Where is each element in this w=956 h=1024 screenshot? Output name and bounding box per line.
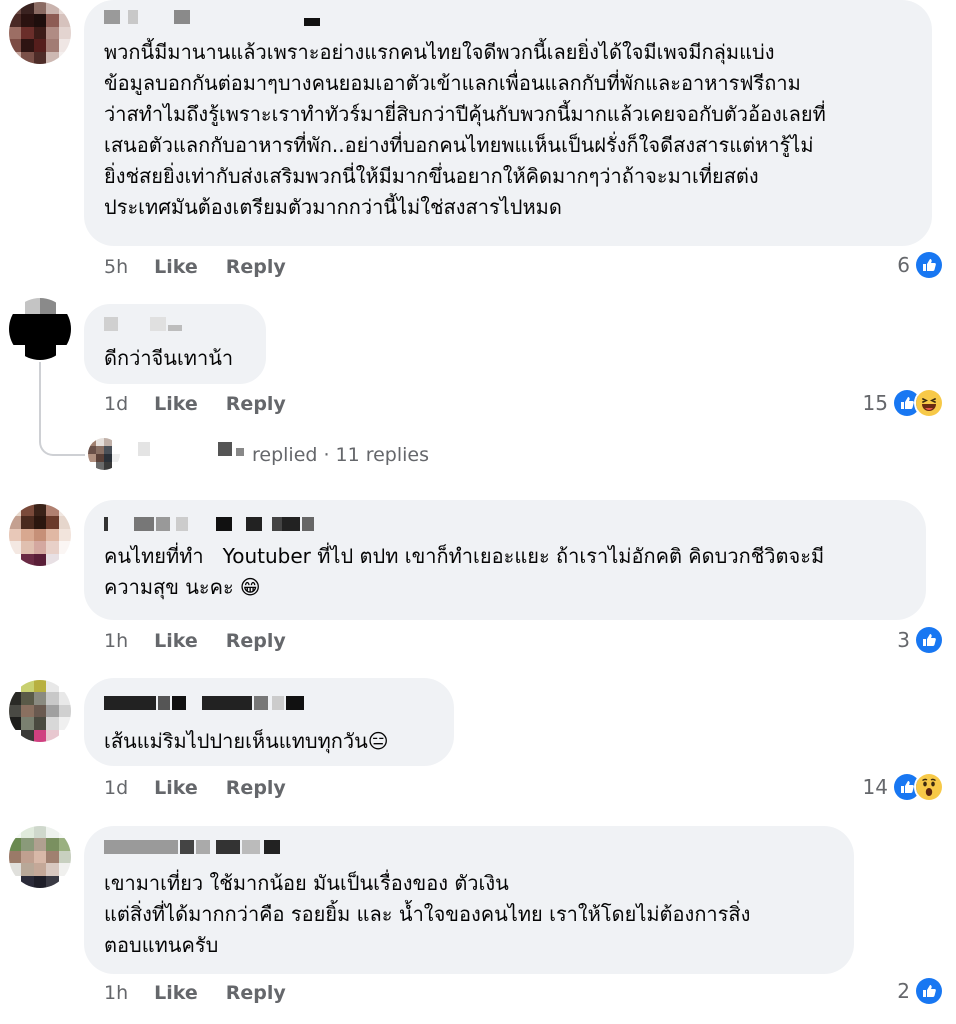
like-button[interactable]: Like [154,256,198,278]
comment-text: คนไทยที่ทำ Youtuber ที่ไป ตปท เขาก็ทำเยอ… [104,544,825,599]
commenter-avatar[interactable] [9,680,71,742]
like-icon [914,625,944,655]
replier-name-redacted[interactable] [138,442,248,456]
commenter-avatar[interactable] [9,826,71,888]
reaction-count: 15 [862,391,888,415]
commenter-name-redacted[interactable] [104,317,194,331]
like-icon [914,976,944,1006]
reply-button[interactable]: Reply [226,777,286,799]
reply-count: 11 replies [335,444,430,466]
like-button[interactable]: Like [154,982,198,1004]
reply-button[interactable]: Reply [226,393,286,415]
replied-label: replied [252,444,318,466]
view-replies-link[interactable]: replied · 11 replies [252,444,429,466]
reaction-count: 6 [897,253,910,277]
commenter-name-redacted[interactable] [104,517,334,531]
comment-actions: 1d Like Reply [104,777,314,799]
laugh-icon [914,388,944,418]
like-button[interactable]: Like [154,630,198,652]
reply-button[interactable]: Reply [226,256,286,278]
comment-text: พวกนี้มีมานานแล้วเพราะอย่างแรกคนไทยใจดีพ… [104,40,826,219]
comment-text: เขามาเที่ยว ใช้มากน้อย มันเป็นเรื่องของ … [104,871,751,957]
comment-timestamp[interactable]: 1h [104,630,128,652]
commenter-name-redacted[interactable] [104,696,314,710]
comment-text: เส้นแม่ริมไปปายเห็นแทบทุกวัน😑 [104,729,389,753]
reaction-count: 2 [897,979,910,1003]
like-button[interactable]: Like [154,777,198,799]
reaction-summary[interactable]: 2 [897,976,944,1006]
reply-button[interactable]: Reply [226,982,286,1004]
comment-text: ดีกว่าจีนเทาน้า [104,346,234,370]
reaction-count: 3 [897,628,910,652]
comment-timestamp[interactable]: 5h [104,256,128,278]
commenter-name-redacted[interactable] [104,10,320,26]
comment-actions: 5h Like Reply [104,256,314,278]
commenter-name-redacted[interactable] [104,840,284,854]
wow-icon [914,772,944,802]
reaction-summary[interactable]: 6 [897,250,944,280]
comment-actions: 1d Like Reply [104,393,314,415]
grin-emoji: 😁 [239,575,261,599]
reply-button[interactable]: Reply [226,630,286,652]
reaction-summary[interactable]: 14 [863,772,944,802]
commenter-avatar[interactable] [9,2,71,64]
comment-actions: 1h Like Reply [104,982,314,1004]
like-button[interactable]: Like [154,393,198,415]
reaction-summary[interactable]: 15 [863,388,944,418]
replier-avatar[interactable] [88,438,120,470]
reaction-count: 14 [862,775,888,799]
comment-timestamp[interactable]: 1d [104,393,128,415]
expressionless-emoji: 😑 [367,729,389,753]
comment-timestamp[interactable]: 1d [104,777,128,799]
separator-dot: · [323,444,330,466]
comment-actions: 1h Like Reply [104,630,314,652]
reaction-summary[interactable]: 3 [897,625,944,655]
reply-thread-line [39,362,85,456]
commenter-avatar[interactable] [9,504,71,566]
comment-timestamp[interactable]: 1h [104,982,128,1004]
commenter-avatar[interactable] [9,298,71,360]
like-icon [914,250,944,280]
